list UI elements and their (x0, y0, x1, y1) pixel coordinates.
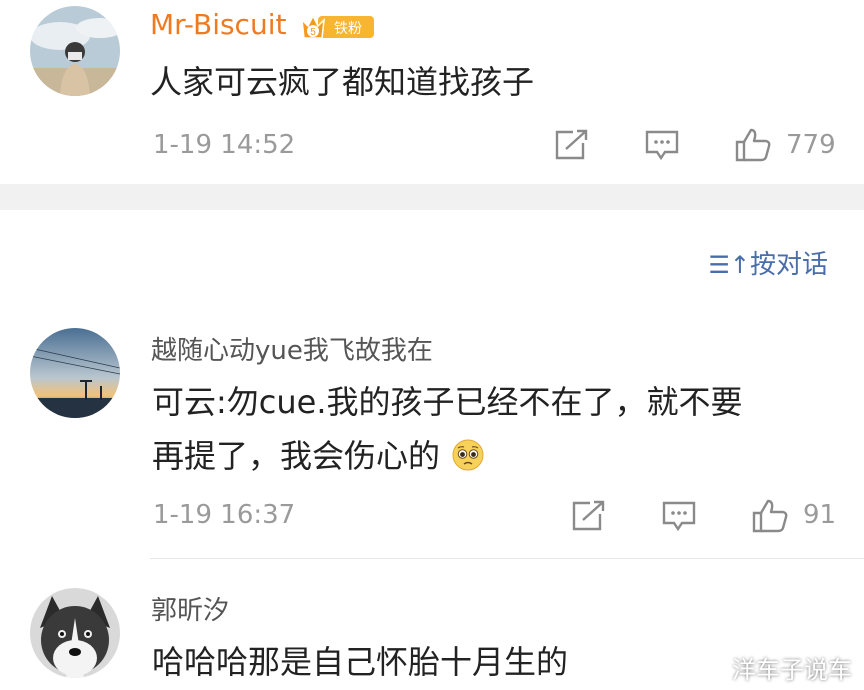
like-icon[interactable] (734, 127, 772, 163)
avatar[interactable] (30, 588, 120, 678)
pleading-face-emoji (452, 439, 484, 471)
svg-text:5: 5 (310, 27, 316, 38)
comment-time: 1-19 16:37 (153, 500, 296, 530)
username[interactable]: Mr-Biscuit (150, 8, 286, 41)
comment-text: 哈哈哈那是自己怀胎十月生的 (152, 643, 569, 681)
repost-icon[interactable] (553, 129, 589, 161)
like-count: 91 (803, 500, 837, 530)
comment-item: Mr-Biscuit 5 铁粉 人家可云疯了都知道找孩子 1-19 14:52 … (0, 0, 864, 184)
repost-icon[interactable] (570, 500, 606, 532)
avatar[interactable] (30, 328, 120, 418)
comment-text: 可云:勿cue.我的孩子已经不在了，就不要 (152, 383, 743, 421)
username[interactable]: 越随心动yue我飞故我在 (151, 330, 433, 367)
comment-text: 再提了，我会伤心的 (152, 430, 484, 483)
like-count: 779 (786, 130, 836, 160)
comment-icon[interactable] (661, 500, 697, 532)
like-icon[interactable] (751, 498, 789, 534)
section-separator (0, 184, 864, 210)
comment-text: 人家可云疯了都知道找孩子 (150, 63, 535, 101)
avatar[interactable] (30, 6, 120, 96)
comment-time: 1-19 14:52 (153, 130, 296, 160)
sort-icon: ☰↑ (708, 251, 750, 279)
divider (150, 558, 864, 559)
username[interactable]: 郭昕汐 (151, 590, 229, 627)
fan-badge: 5 铁粉 (301, 14, 374, 39)
sort-by-conversation-toggle[interactable]: ☰↑按对话 (708, 244, 828, 281)
watermark: 洋车子说车 (732, 656, 852, 684)
svg-text:铁粉: 铁粉 (334, 21, 362, 37)
comment-item: 越随心动yue我飞故我在 可云:勿cue.我的孩子已经不在了，就不要 再提了，我… (0, 320, 864, 558)
comment-icon[interactable] (644, 129, 680, 161)
